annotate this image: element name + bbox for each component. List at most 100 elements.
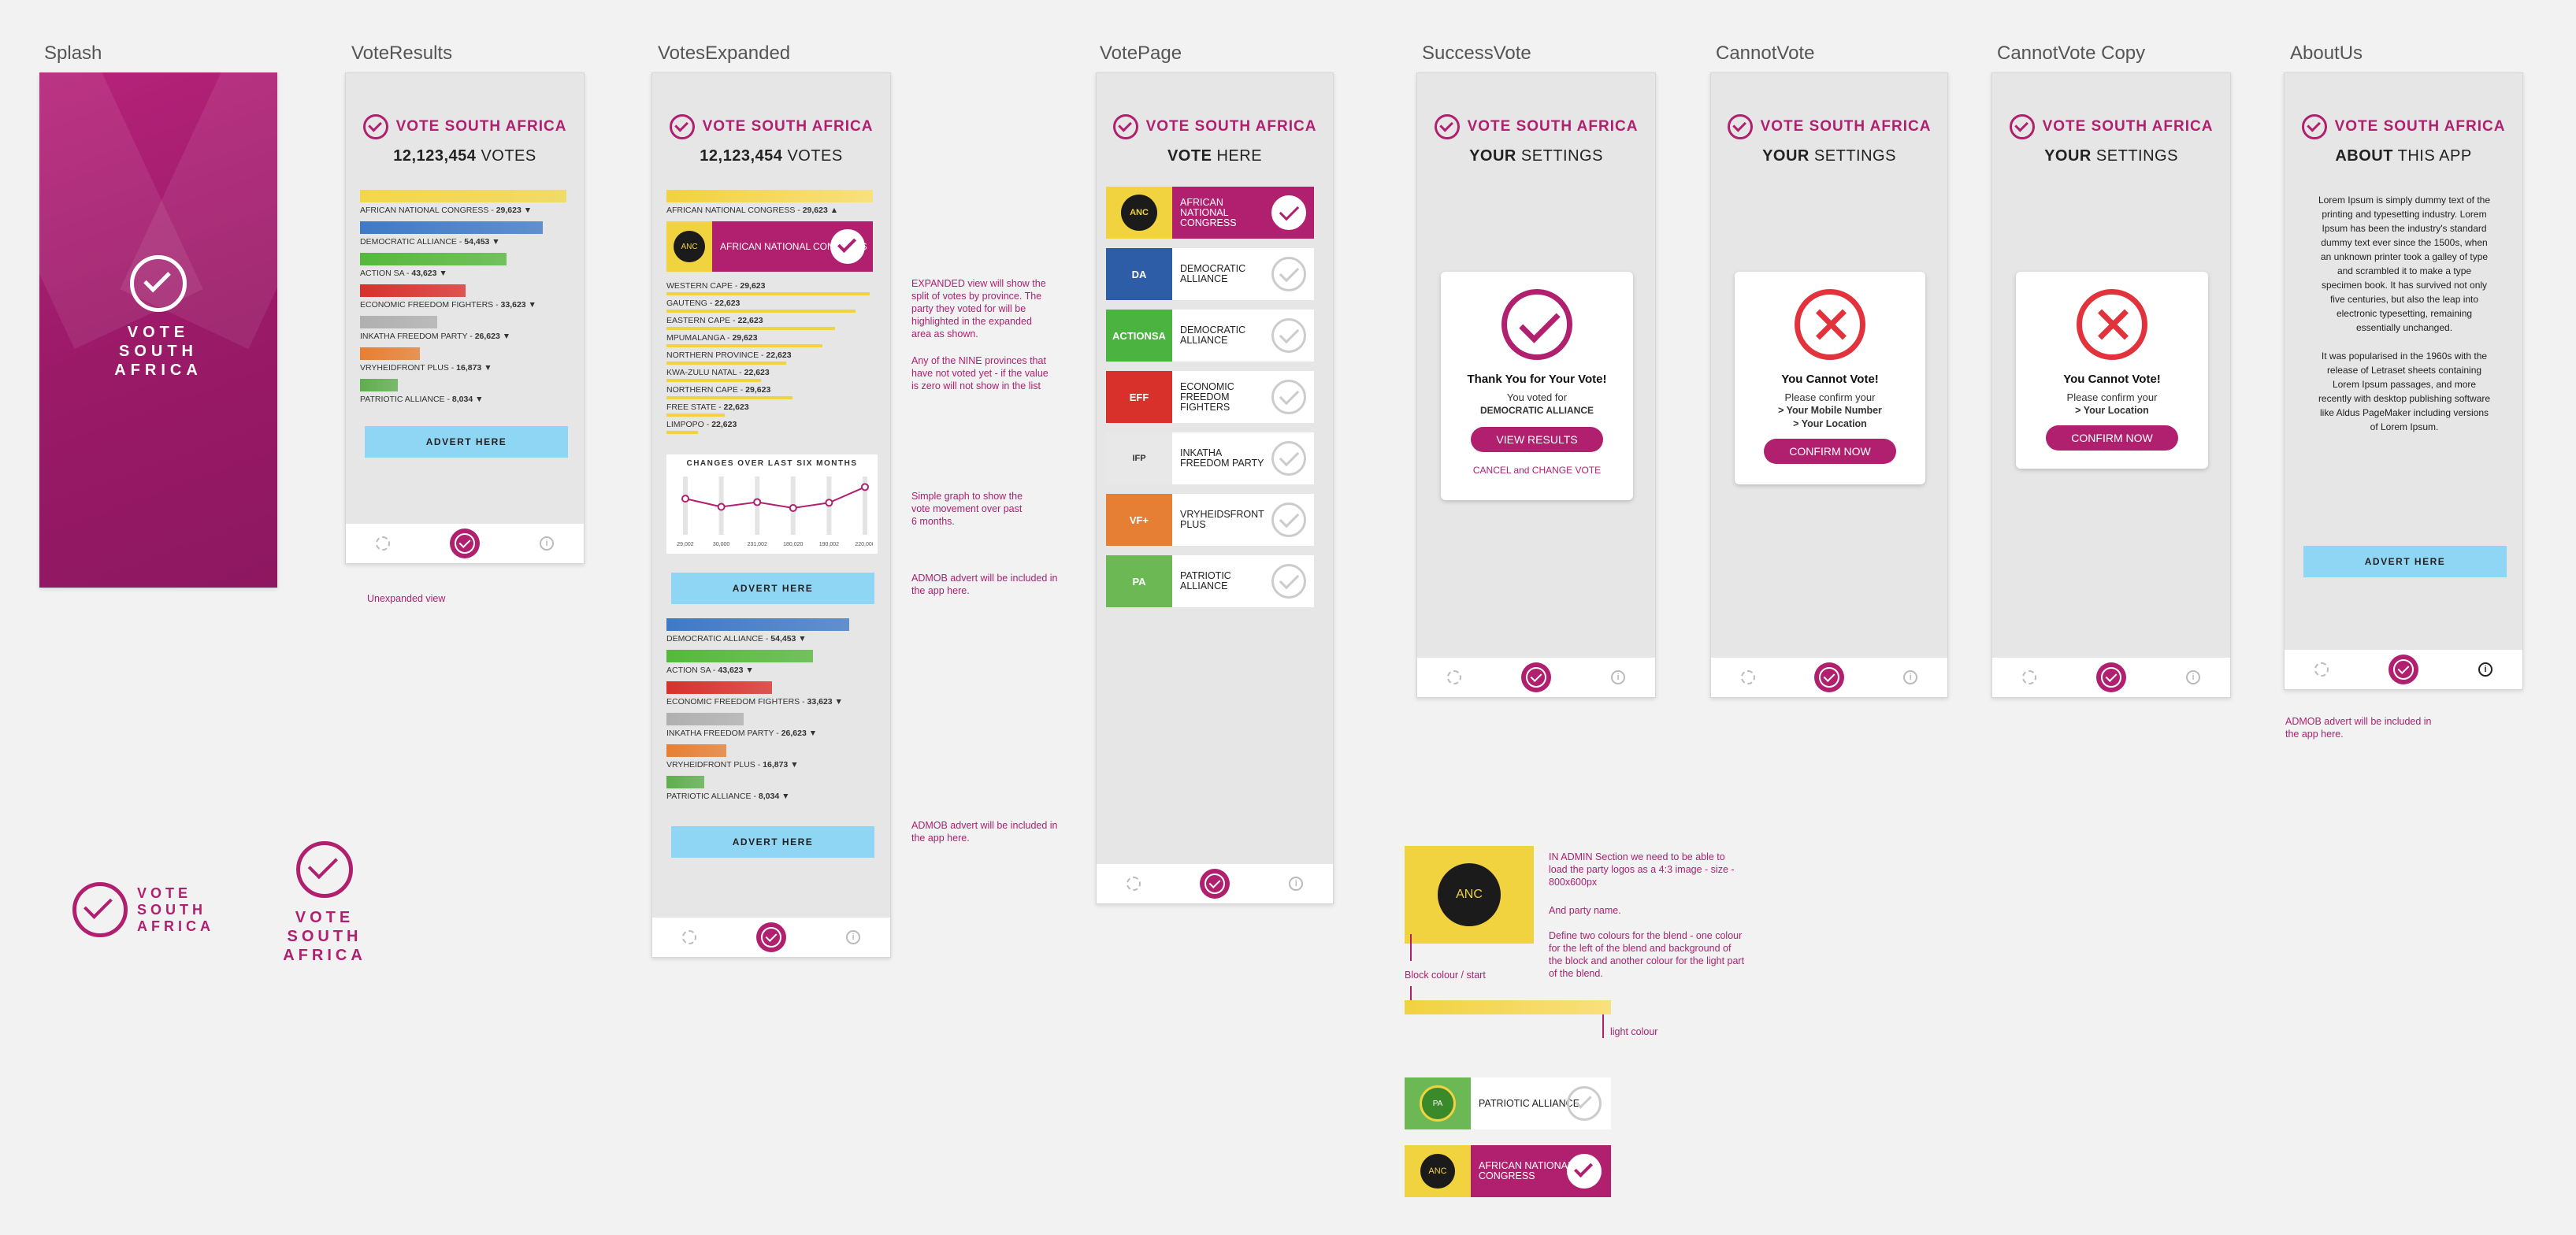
party-bar-label[interactable]: ECONOMIC FREEDOM FIGHTERS - 33,623 ▼: [360, 300, 536, 310]
chart-point: [861, 483, 869, 491]
advert-banner[interactable]: ADVERT HERE: [671, 573, 874, 604]
voted-for-label: You voted for: [1506, 391, 1568, 403]
info-icon[interactable]: i: [1611, 670, 1625, 684]
admob-note: ADMOB advert will be included in the app…: [2285, 716, 2432, 740]
party-bar-label[interactable]: ECONOMIC FREEDOM FIGHTERS - 33,623 ▼: [666, 697, 843, 707]
splash-screen: VOTE SOUTH AFRICA: [39, 72, 277, 588]
province-bar: [666, 414, 725, 417]
province-bar: [666, 327, 835, 330]
province-bar: [666, 396, 792, 399]
party-option[interactable]: EFF ECONOMIC FREEDOM FIGHTERS: [1106, 371, 1314, 423]
vote-home-icon[interactable]: [2096, 662, 2126, 692]
about-paragraph: It was popularised in the 1960s with the…: [2318, 350, 2491, 432]
confirm-now-button[interactable]: CONFIRM NOW: [2046, 425, 2178, 451]
advert-banner[interactable]: ADVERT HERE: [365, 426, 568, 458]
party-bar-label[interactable]: ACTION SA - 43,623 ▼: [666, 666, 754, 675]
settings-icon[interactable]: [2022, 670, 2036, 684]
info-icon[interactable]: i: [2478, 662, 2492, 677]
confirm-now-button[interactable]: CONFIRM NOW: [1764, 439, 1896, 464]
party-bar-label[interactable]: DEMOCRATIC ALLIANCE - 54,453 ▼: [666, 634, 807, 643]
vote-home-icon[interactable]: [1521, 662, 1551, 692]
party-option[interactable]: IFP INKATHA FREEDOM PARTY: [1106, 432, 1314, 484]
party-bar-label[interactable]: PATRIOTIC ALLIANCE - 8,034 ▼: [360, 395, 484, 404]
province-row: GAUTENG - 22,623: [666, 299, 741, 308]
info-icon[interactable]: i: [1903, 670, 1918, 684]
party-bar-label[interactable]: PATRIOTIC ALLIANCE - 8,034 ▼: [666, 792, 790, 801]
anc-selected-sample[interactable]: ANC AFRICAN NATIONAL CONGRESS: [1405, 1145, 1611, 1197]
brand-name: VOTE SOUTH AFRICA: [702, 118, 874, 135]
party-bar-label[interactable]: DEMOCRATIC ALLIANCE - 54,453 ▼: [360, 237, 500, 247]
party-bar[interactable]: [666, 713, 744, 725]
party-bar[interactable]: [666, 618, 849, 631]
party-bar-label[interactable]: VRYHEIDFRONT PLUS - 16,873 ▼: [666, 760, 799, 770]
chart-tick-label: 29,002: [677, 542, 694, 547]
settings-icon[interactable]: [1740, 670, 1755, 684]
party-option[interactable]: ANC AFRICAN NATIONAL CONGRESS: [1106, 187, 1314, 239]
party-bar[interactable]: [666, 776, 704, 788]
advert-banner[interactable]: ADVERT HERE: [2303, 546, 2507, 577]
party-bar[interactable]: [360, 284, 466, 297]
party-option[interactable]: PA PATRIOTIC ALLIANCE: [1106, 555, 1314, 607]
party-bar[interactable]: [360, 347, 420, 360]
check-logo-icon: [296, 841, 353, 898]
party-bar-label[interactable]: ACTION SA - 43,623 ▼: [360, 269, 447, 278]
admin-note: IN ADMIN Section we need to be able to l…: [1549, 851, 1735, 888]
settings-icon[interactable]: [376, 536, 390, 551]
party-bar-label[interactable]: VRYHEIDFRONT PLUS - 16,873 ▼: [360, 363, 492, 373]
vote-home-icon[interactable]: [2389, 655, 2418, 684]
vote-home-icon[interactable]: [1199, 869, 1230, 899]
province-row: WESTERN CAPE - 29,623: [666, 281, 766, 291]
cancel-change-vote-link[interactable]: CANCEL and CHANGE VOTE: [1441, 465, 1633, 476]
brand-name: VOTE SOUTH AFRICA: [1145, 118, 1317, 135]
settings-icon[interactable]: [1447, 670, 1461, 684]
party-bar[interactable]: [360, 316, 437, 328]
party-name: VRYHEIDSFRONT PLUS: [1180, 509, 1264, 530]
info-icon[interactable]: i: [2186, 670, 2200, 684]
party-bar[interactable]: [360, 221, 543, 234]
brand-name: VOTE SOUTH AFRICA: [1467, 118, 1639, 135]
province-bar: [666, 292, 870, 295]
info-icon[interactable]: i: [1289, 877, 1304, 891]
logo-stacked: VOTE SOUTH AFRICA: [274, 841, 375, 965]
party-option[interactable]: DA DEMOCRATIC ALLIANCE: [1106, 248, 1314, 300]
party-bar[interactable]: [360, 190, 566, 202]
party-bar-label[interactable]: AFRICAN NATIONAL CONGRESS - 29,623 ▼: [360, 206, 532, 215]
frame-title-success-vote: SuccessVote: [1422, 43, 1531, 64]
chart-tick-label: 190,002: [819, 542, 839, 547]
selected-party-block[interactable]: ANC AFRICAN NATIONAL CONGRESS: [666, 221, 873, 272]
frame-title-vote-page: VotePage: [1100, 43, 1182, 64]
chart-tick-label: 180,020: [783, 542, 803, 547]
province-row: NORTHERN CAPE - 29,623: [666, 385, 771, 395]
province-bar: [666, 344, 822, 347]
advert-banner[interactable]: ADVERT HERE: [671, 826, 874, 858]
party-bar[interactable]: [666, 744, 726, 757]
party-bar[interactable]: [666, 650, 813, 662]
mobile-item: > Your Mobile Number: [1778, 405, 1882, 416]
votes-expanded-screen: VOTE SOUTH AFRICA 12,123,454 VOTES AFRIC…: [651, 72, 891, 958]
settings-icon[interactable]: [2314, 662, 2329, 677]
party-bar-label[interactable]: INKATHA FREEDOM PARTY - 26,623 ▼: [666, 729, 817, 738]
info-icon[interactable]: i: [846, 930, 860, 944]
admob-note: ADMOB advert will be included in the app…: [911, 820, 1058, 844]
party-option[interactable]: ACTIONSA DEMOCRATIC ALLIANCE: [1106, 310, 1314, 362]
vote-home-icon[interactable]: [1813, 662, 1844, 692]
view-results-button[interactable]: VIEW RESULTS: [1471, 427, 1603, 452]
settings-icon[interactable]: [682, 930, 696, 944]
vote-subtitle: VOTE HERE: [1167, 147, 1263, 165]
party-bar[interactable]: [666, 681, 772, 694]
block-colour-label: Block colour / start: [1405, 970, 1486, 981]
check-logo-icon: [362, 114, 388, 139]
settings-icon[interactable]: [1126, 877, 1141, 891]
party-bar-label[interactable]: INKATHA FREEDOM PARTY - 26,623 ▼: [360, 332, 510, 341]
party-option[interactable]: VF+ VRYHEIDSFRONT PLUS: [1106, 494, 1314, 546]
party-bar[interactable]: [360, 379, 398, 391]
anc-bar[interactable]: [666, 190, 873, 202]
trend-chart-svg: 29,002 30,000 231,002 180,020 190,002 220,000: [677, 477, 873, 547]
vote-home-icon[interactable]: [450, 528, 480, 558]
party-bar[interactable]: [360, 253, 507, 265]
province-bar: [666, 362, 786, 365]
patriotic-alliance-sample[interactable]: PA PATRIOTIC ALLIANCE: [1405, 1077, 1611, 1129]
anc-bar-label[interactable]: AFRICAN NATIONAL CONGRESS - 29,623 ▲: [666, 206, 838, 215]
info-icon[interactable]: i: [540, 536, 554, 551]
vote-home-icon[interactable]: [756, 922, 786, 952]
